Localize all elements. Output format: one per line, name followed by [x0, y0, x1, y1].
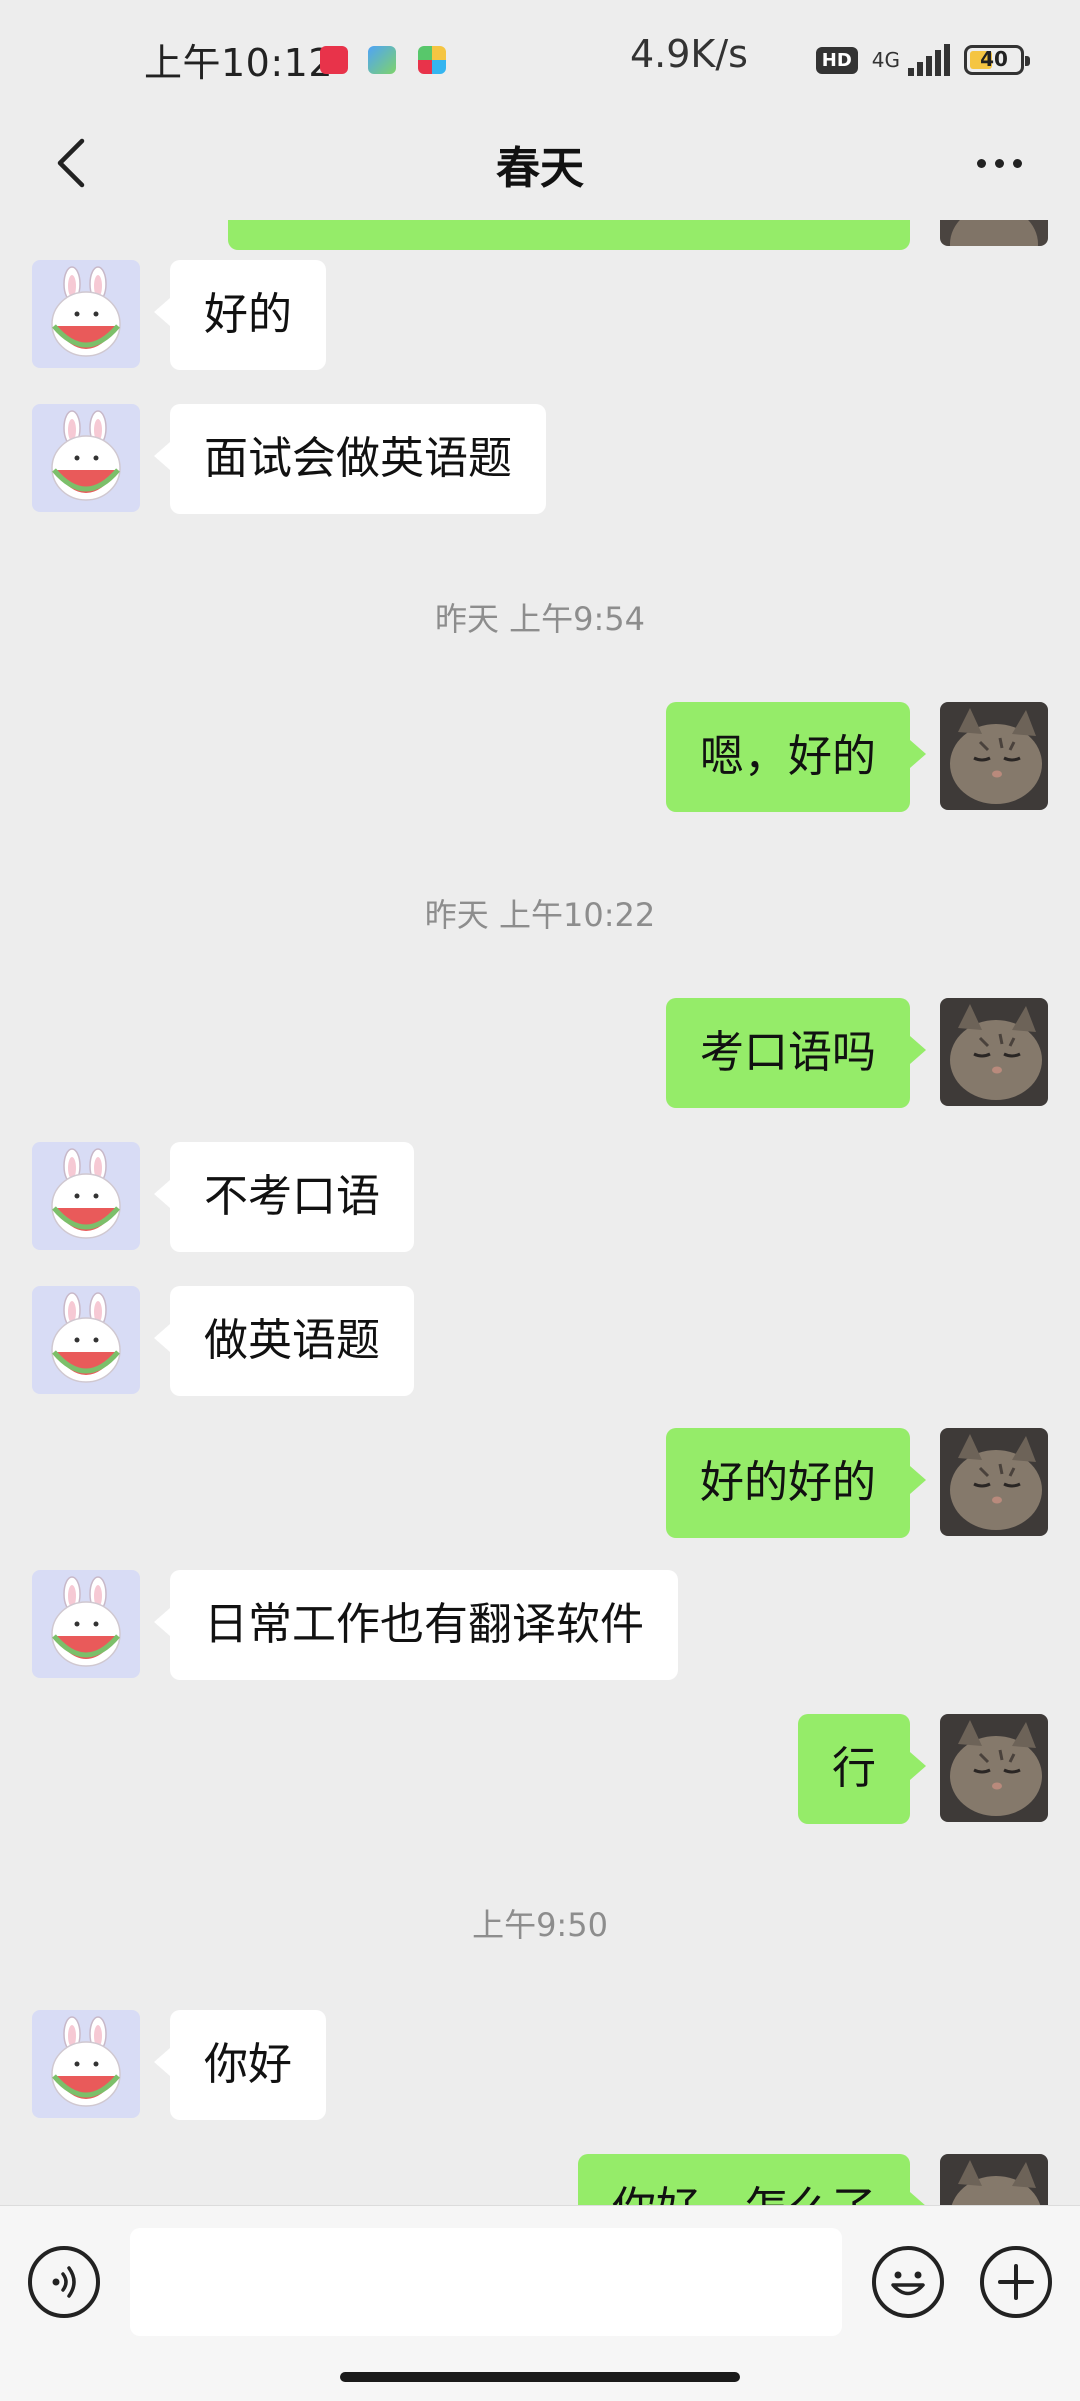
incoming-message[interactable]: 做英语题 [154, 1286, 414, 1396]
my-avatar[interactable] [940, 220, 1048, 246]
hd-badge: HD [815, 46, 858, 74]
outgoing-message[interactable]: 你好，怎么了 [578, 2154, 926, 2205]
ellipsis-icon [976, 158, 986, 168]
status-indicators: HD 4G 40 [815, 40, 1030, 80]
plus-button[interactable] [980, 2246, 1052, 2318]
bunny-avatar-icon [32, 2010, 140, 2118]
incoming-message[interactable]: 不考口语 [154, 1142, 414, 1252]
incoming-message[interactable]: 面试会做英语题 [154, 404, 546, 514]
bunny-avatar-icon [32, 1142, 140, 1250]
my-avatar[interactable] [940, 1428, 1048, 1536]
outgoing-message[interactable]: 好的好的 [666, 1428, 926, 1538]
status-bar: 上午10:12 4.9K/s HD 4G 40 [0, 0, 1080, 120]
signal-icon [908, 44, 950, 76]
chat-messages[interactable]: 好的 面试会做英语题 昨天 上午9:54 嗯，好的 昨天 上午10:22 考口语… [0, 220, 1080, 2205]
puzzle-app-icon [418, 46, 446, 74]
outgoing-message[interactable]: 行 [798, 1714, 926, 1824]
network-speed: 4.9K/s [630, 32, 748, 76]
contact-avatar[interactable] [32, 260, 140, 368]
cat-avatar-icon [940, 2154, 1048, 2205]
incoming-message[interactable]: 日常工作也有翻译软件 [154, 1570, 678, 1680]
notification-app-icon [320, 46, 348, 74]
home-indicator[interactable] [340, 2372, 740, 2382]
my-avatar[interactable] [940, 2154, 1048, 2205]
contact-avatar[interactable] [32, 404, 140, 512]
bunny-avatar-icon [32, 260, 140, 368]
contact-avatar[interactable] [32, 1286, 140, 1394]
battery-level: 40 [980, 47, 1008, 71]
voice-button[interactable] [28, 2246, 100, 2318]
contact-avatar[interactable] [32, 1142, 140, 1250]
incoming-message[interactable]: 你好 [154, 2010, 326, 2120]
bunny-avatar-icon [32, 1286, 140, 1394]
plus-icon [998, 2264, 1034, 2300]
message-input[interactable] [130, 2228, 842, 2336]
my-avatar[interactable] [940, 1714, 1048, 1822]
emoji-icon [891, 2271, 925, 2296]
my-avatar[interactable] [940, 702, 1048, 810]
voice-icon [52, 2266, 76, 2298]
bunny-avatar-icon [32, 404, 140, 512]
cat-avatar-icon [940, 220, 1048, 246]
contact-avatar[interactable] [32, 2010, 140, 2118]
message-timestamp: 昨天 上午9:54 [434, 600, 646, 638]
contact-avatar[interactable] [32, 1570, 140, 1678]
network-type-label: 4G [871, 48, 900, 72]
chat-header: 春天 [0, 110, 1080, 220]
cat-avatar-icon [940, 702, 1048, 810]
incoming-message[interactable]: 好的 [154, 260, 326, 370]
outgoing-message[interactable]: 考口语吗 [666, 998, 926, 1108]
cat-avatar-icon [940, 1714, 1048, 1822]
partial-outgoing-bubble[interactable] [228, 220, 910, 250]
message-timestamp: 上午9:50 [472, 1906, 608, 1944]
cat-avatar-icon [940, 1428, 1048, 1536]
gallery-app-icon [368, 46, 396, 74]
my-avatar[interactable] [940, 998, 1048, 1106]
message-timestamp: 昨天 上午10:22 [424, 896, 656, 934]
outgoing-message[interactable]: 嗯，好的 [666, 702, 926, 812]
emoji-button[interactable] [872, 2246, 944, 2318]
status-time: 上午10:12 [144, 41, 334, 85]
more-button[interactable] [954, 128, 1044, 198]
cat-avatar-icon [940, 998, 1048, 1106]
battery-icon: 40 [964, 45, 1030, 75]
bunny-avatar-icon [32, 1570, 140, 1678]
chat-title: 春天 [496, 143, 584, 194]
